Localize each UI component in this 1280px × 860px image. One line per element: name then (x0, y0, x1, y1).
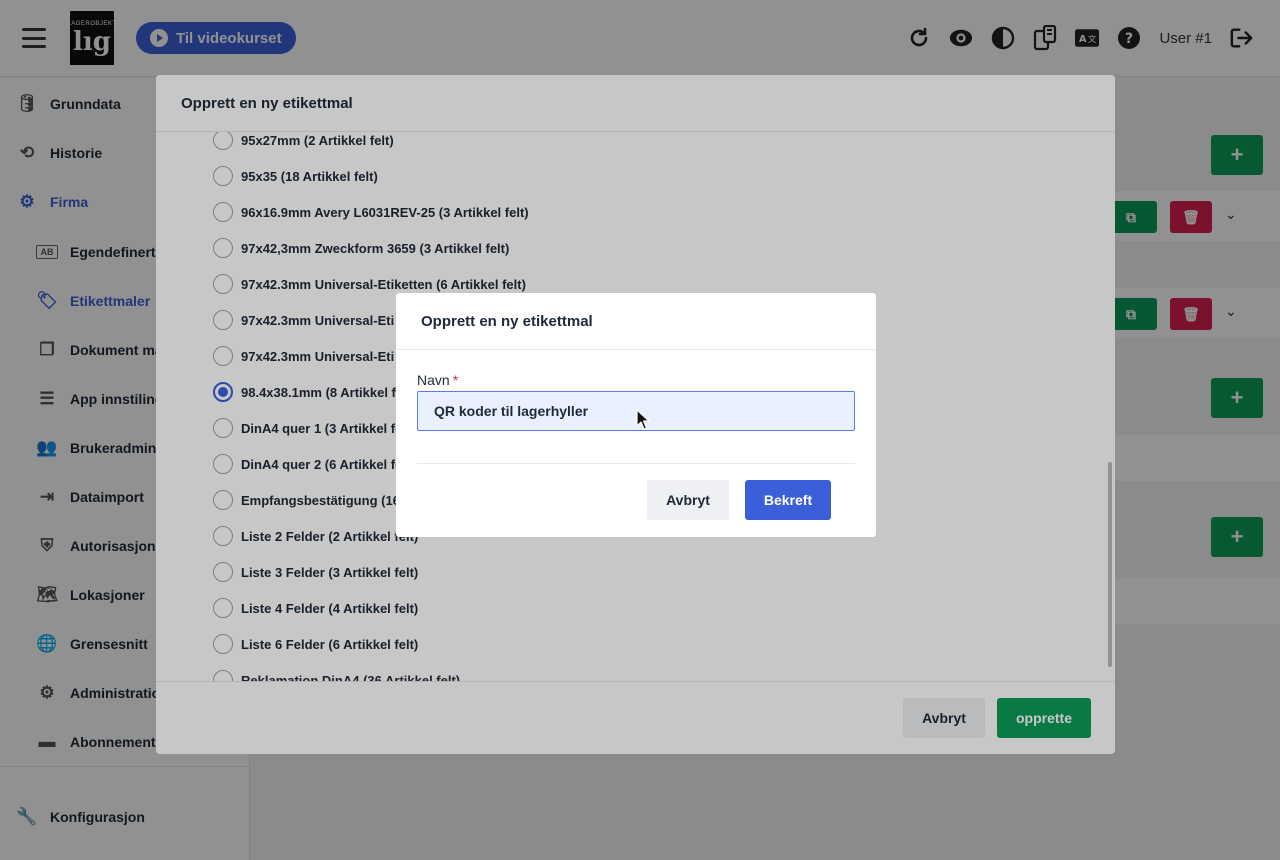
name-field-label: Navn * (417, 372, 458, 388)
confirm-button[interactable]: Bekreft (745, 480, 831, 520)
required-marker: * (452, 372, 459, 388)
mouse-cursor-icon (636, 409, 650, 430)
dialog-cancel-button[interactable]: Avbryt (647, 480, 729, 520)
dialog-title: Opprett en ny etikettmal (396, 293, 876, 350)
dialog-divider (417, 463, 855, 464)
name-label-text: Navn (417, 372, 450, 388)
